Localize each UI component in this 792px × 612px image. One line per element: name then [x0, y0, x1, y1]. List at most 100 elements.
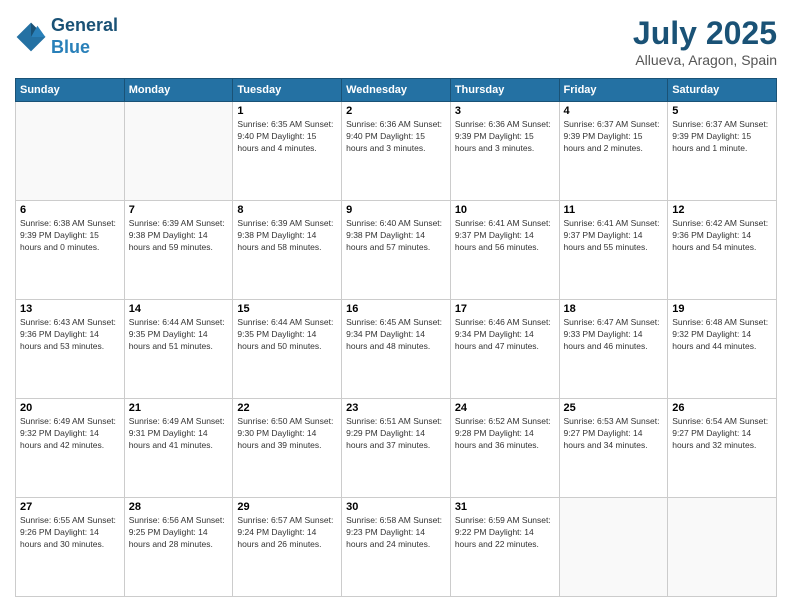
day-number: 13: [20, 303, 120, 315]
day-info: Sunrise: 6:41 AM Sunset: 9:37 PM Dayligh…: [455, 218, 555, 254]
col-friday: Friday: [559, 79, 668, 102]
calendar-table: Sunday Monday Tuesday Wednesday Thursday…: [15, 78, 777, 597]
table-row: 19 Sunrise: 6:48 AM Sunset: 9:32 PM Dayli…: [668, 300, 777, 399]
table-row: 26Sunrise: 6:54 AM Sunset: 9:27 PM Dayli…: [668, 399, 777, 498]
day-info: Sunrise: 6:44 AM Sunset: 9:35 PM Dayligh…: [237, 317, 337, 353]
day-info: Sunrise: 6:38 AM Sunset: 9:39 PM Dayligh…: [20, 218, 120, 254]
location: Allueva, Aragon, Spain: [633, 52, 777, 68]
col-wednesday: Wednesday: [342, 79, 451, 102]
table-row: 29 Sunrise: 6:57 AM Sunset: 9:24 PM Dayli…: [233, 498, 342, 597]
day-number: 20: [20, 402, 120, 414]
table-row: 4 Sunrise: 6:37 AM Sunset: 9:39 PM Daylig…: [559, 102, 668, 201]
table-row: 6 Sunrise: 6:38 AM Sunset: 9:39 PM Daylig…: [16, 201, 125, 300]
day-number: 25: [564, 402, 664, 414]
table-row: 5 Sunrise: 6:37 AM Sunset: 9:39 PM Daylig…: [668, 102, 777, 201]
day-number: 9: [346, 204, 446, 216]
day-info: Sunrise: 6:43 AM Sunset: 9:36 PM Dayligh…: [20, 317, 120, 353]
day-info: Sunrise: 6:39 AM Sunset: 9:38 PM Dayligh…: [237, 218, 337, 254]
logo-line1: General: [51, 15, 118, 37]
day-number: 11: [564, 204, 664, 216]
day-number: 4: [564, 105, 664, 117]
day-number: 17: [455, 303, 555, 315]
day-number: 18: [564, 303, 664, 315]
table-row: 7 Sunrise: 6:39 AM Sunset: 9:38 PM Daylig…: [124, 201, 233, 300]
col-tuesday: Tuesday: [233, 79, 342, 102]
day-number: 16: [346, 303, 446, 315]
day-info: Sunrise: 6:53 AM Sunset: 9:27 PM Dayligh…: [564, 416, 664, 452]
day-number: 14: [129, 303, 229, 315]
col-monday: Monday: [124, 79, 233, 102]
day-info: Sunrise: 6:45 AM Sunset: 9:34 PM Dayligh…: [346, 317, 446, 353]
table-row: [559, 498, 668, 597]
calendar-week-5: 27 Sunrise: 6:55 AM Sunset: 9:26 PM Dayli…: [16, 498, 777, 597]
table-row: [668, 498, 777, 597]
day-number: 5: [672, 105, 772, 117]
table-row: 23Sunrise: 6:51 AM Sunset: 9:29 PM Dayli…: [342, 399, 451, 498]
table-row: 31 Sunrise: 6:59 AM Sunset: 9:22 PM Dayli…: [450, 498, 559, 597]
day-info: Sunrise: 6:46 AM Sunset: 9:34 PM Dayligh…: [455, 317, 555, 353]
day-number: 22: [237, 402, 337, 414]
day-number: 1: [237, 105, 337, 117]
day-info: Sunrise: 6:37 AM Sunset: 9:39 PM Dayligh…: [672, 119, 772, 155]
table-row: 25 Sunrise: 6:53 AM Sunset: 9:27 PM Dayli…: [559, 399, 668, 498]
day-info: Sunrise: 6:51 AM Sunset: 9:29 PM Dayligh…: [346, 416, 446, 452]
day-info: Sunrise: 6:41 AM Sunset: 9:37 PM Dayligh…: [564, 218, 664, 254]
day-info: Sunrise: 6:35 AM Sunset: 9:40 PM Dayligh…: [237, 119, 337, 155]
calendar-week-1: 1 Sunrise: 6:35 AM Sunset: 9:40 PM Daylig…: [16, 102, 777, 201]
table-row: 3 Sunrise: 6:36 AM Sunset: 9:39 PM Daylig…: [450, 102, 559, 201]
day-number: 30: [346, 501, 446, 513]
day-number: 31: [455, 501, 555, 513]
table-row: 11 Sunrise: 6:41 AM Sunset: 9:37 PM Dayli…: [559, 201, 668, 300]
table-row: 15 Sunrise: 6:44 AM Sunset: 9:35 PM Dayli…: [233, 300, 342, 399]
day-info: Sunrise: 6:44 AM Sunset: 9:35 PM Dayligh…: [129, 317, 229, 353]
table-row: 10Sunrise: 6:41 AM Sunset: 9:37 PM Dayli…: [450, 201, 559, 300]
day-info: Sunrise: 6:48 AM Sunset: 9:32 PM Dayligh…: [672, 317, 772, 353]
logo-icon: [15, 21, 47, 53]
day-info: Sunrise: 6:59 AM Sunset: 9:22 PM Dayligh…: [455, 515, 555, 551]
header: General Blue July 2025 Allueva, Aragon, …: [15, 15, 777, 68]
table-row: 16 Sunrise: 6:45 AM Sunset: 9:34 PM Dayli…: [342, 300, 451, 399]
day-number: 29: [237, 501, 337, 513]
table-row: [124, 102, 233, 201]
day-info: Sunrise: 6:54 AM Sunset: 9:27 PM Dayligh…: [672, 416, 772, 452]
table-row: 22Sunrise: 6:50 AM Sunset: 9:30 PM Dayli…: [233, 399, 342, 498]
table-row: 30 Sunrise: 6:58 AM Sunset: 9:23 PM Dayli…: [342, 498, 451, 597]
logo: General Blue: [15, 15, 118, 58]
day-info: Sunrise: 6:36 AM Sunset: 9:39 PM Dayligh…: [455, 119, 555, 155]
day-number: 15: [237, 303, 337, 315]
day-info: Sunrise: 6:40 AM Sunset: 9:38 PM Dayligh…: [346, 218, 446, 254]
table-row: 20Sunrise: 6:49 AM Sunset: 9:32 PM Dayli…: [16, 399, 125, 498]
page: General Blue July 2025 Allueva, Aragon, …: [0, 0, 792, 612]
day-number: 19: [672, 303, 772, 315]
table-row: 27 Sunrise: 6:55 AM Sunset: 9:26 PM Dayli…: [16, 498, 125, 597]
day-info: Sunrise: 6:52 AM Sunset: 9:28 PM Dayligh…: [455, 416, 555, 452]
table-row: 21Sunrise: 6:49 AM Sunset: 9:31 PM Dayli…: [124, 399, 233, 498]
day-info: Sunrise: 6:47 AM Sunset: 9:33 PM Dayligh…: [564, 317, 664, 353]
table-row: 14 Sunrise: 6:44 AM Sunset: 9:35 PM Dayli…: [124, 300, 233, 399]
day-info: Sunrise: 6:39 AM Sunset: 9:38 PM Dayligh…: [129, 218, 229, 254]
day-info: Sunrise: 6:55 AM Sunset: 9:26 PM Dayligh…: [20, 515, 120, 551]
table-row: 12Sunrise: 6:42 AM Sunset: 9:36 PM Dayli…: [668, 201, 777, 300]
day-info: Sunrise: 6:56 AM Sunset: 9:25 PM Dayligh…: [129, 515, 229, 551]
month-title: July 2025: [633, 15, 777, 52]
day-info: Sunrise: 6:37 AM Sunset: 9:39 PM Dayligh…: [564, 119, 664, 155]
day-number: 7: [129, 204, 229, 216]
day-number: 3: [455, 105, 555, 117]
logo-line2: Blue: [51, 37, 90, 57]
day-number: 12: [672, 204, 772, 216]
day-number: 21: [129, 402, 229, 414]
table-row: 1 Sunrise: 6:35 AM Sunset: 9:40 PM Daylig…: [233, 102, 342, 201]
table-row: 28Sunrise: 6:56 AM Sunset: 9:25 PM Dayli…: [124, 498, 233, 597]
day-info: Sunrise: 6:57 AM Sunset: 9:24 PM Dayligh…: [237, 515, 337, 551]
day-info: Sunrise: 6:58 AM Sunset: 9:23 PM Dayligh…: [346, 515, 446, 551]
calendar-week-4: 20Sunrise: 6:49 AM Sunset: 9:32 PM Dayli…: [16, 399, 777, 498]
table-row: 8 Sunrise: 6:39 AM Sunset: 9:38 PM Daylig…: [233, 201, 342, 300]
table-row: 9 Sunrise: 6:40 AM Sunset: 9:38 PM Daylig…: [342, 201, 451, 300]
table-row: 17 Sunrise: 6:46 AM Sunset: 9:34 PM Dayli…: [450, 300, 559, 399]
day-number: 2: [346, 105, 446, 117]
day-number: 27: [20, 501, 120, 513]
col-saturday: Saturday: [668, 79, 777, 102]
table-row: 2Sunrise: 6:36 AM Sunset: 9:40 PM Daylig…: [342, 102, 451, 201]
day-number: 6: [20, 204, 120, 216]
day-number: 8: [237, 204, 337, 216]
